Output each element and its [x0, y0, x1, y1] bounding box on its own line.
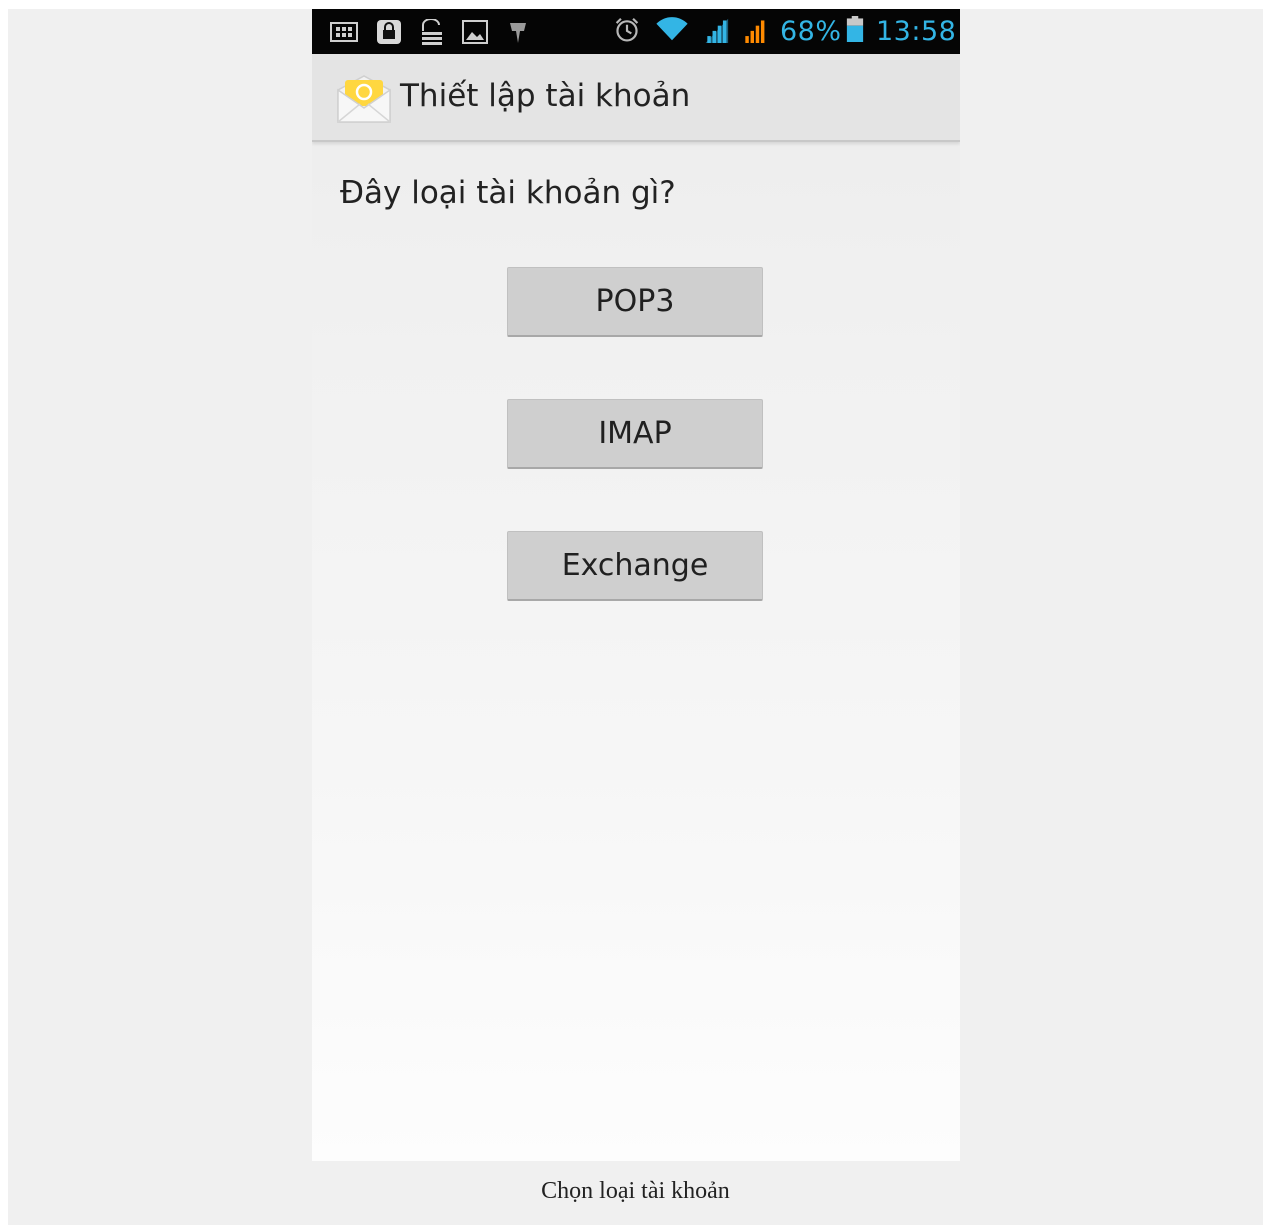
clock: 13:58	[876, 16, 957, 47]
email-envelope-icon	[337, 75, 391, 123]
action-bar: Thiết lập tài khoản	[312, 54, 960, 142]
status-bar: 68% 13:58	[312, 9, 960, 54]
page-title: Thiết lập tài khoản	[400, 78, 691, 114]
alarm-icon	[615, 17, 639, 42]
battery-percent: 68%	[780, 16, 842, 47]
signal-1-icon	[705, 18, 729, 43]
pop3-button[interactable]: POP3	[507, 267, 763, 337]
phone-screen: 68% 13:58 Thiết lập tài khoản Đây loại t…	[312, 9, 960, 1161]
exchange-button[interactable]: Exchange	[507, 531, 763, 601]
image-icon	[462, 20, 488, 44]
signal-2-icon	[745, 20, 765, 43]
usb-debug-icon	[510, 23, 526, 43]
storage-icon	[422, 19, 442, 45]
imap-button[interactable]: IMAP	[507, 399, 763, 469]
account-type-question: Đây loại tài khoản gì?	[340, 175, 676, 211]
lock-icon	[377, 20, 401, 44]
wifi-icon	[656, 17, 688, 41]
figure-caption: Chọn loại tài khoản	[541, 1178, 730, 1204]
page: 68% 13:58 Thiết lập tài khoản Đây loại t…	[8, 9, 1263, 1225]
sd-card-icon	[330, 22, 358, 42]
battery-icon	[846, 16, 864, 42]
